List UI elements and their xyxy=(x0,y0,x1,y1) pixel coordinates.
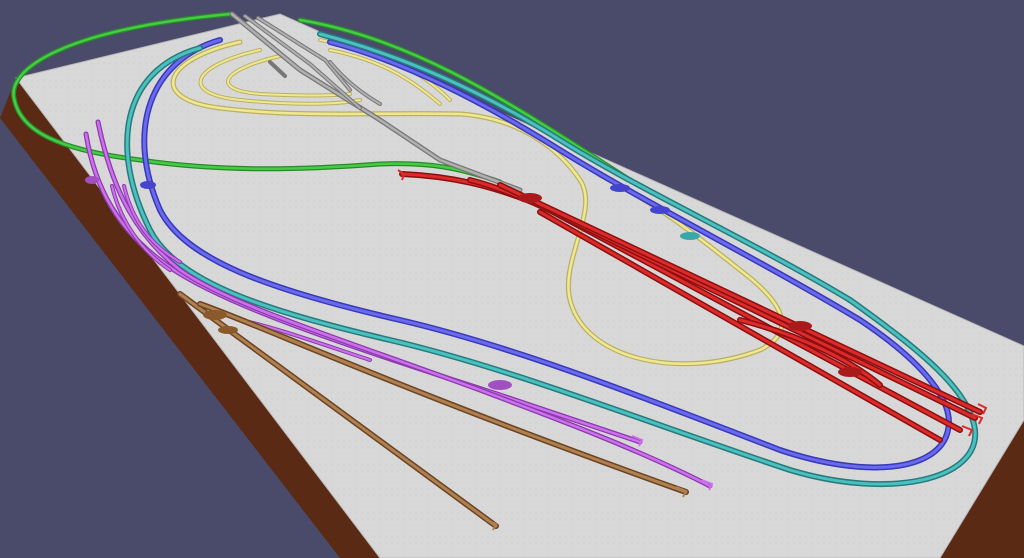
track-layout-viewport[interactable] xyxy=(0,0,1024,558)
layout-3d-view[interactable] xyxy=(0,0,1024,558)
